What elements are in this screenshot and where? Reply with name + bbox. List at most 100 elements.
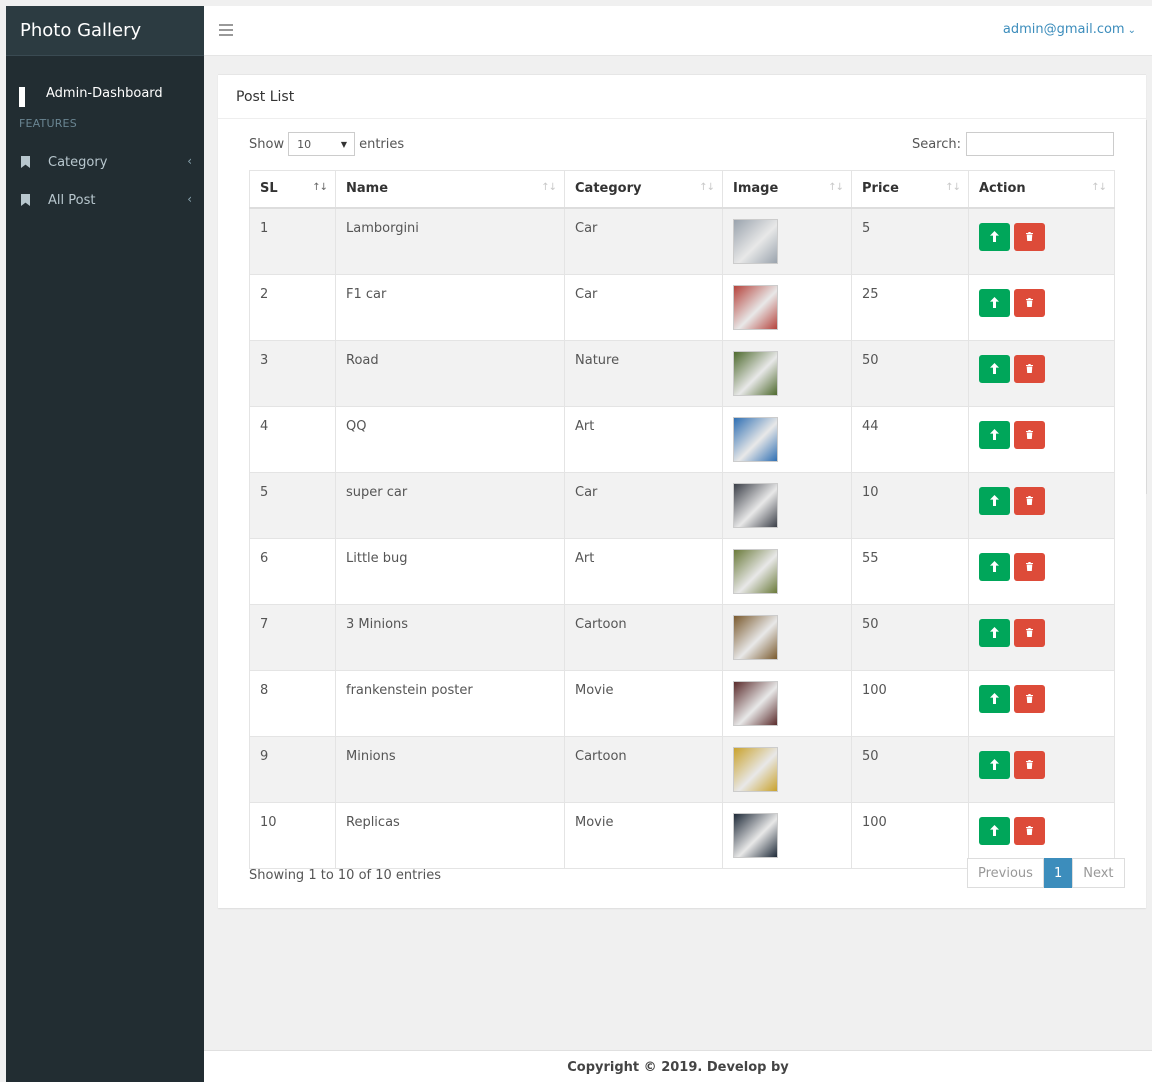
sidebar-item-label: Admin-Dashboard [46, 85, 163, 101]
sort-icon: ↑↓ [1091, 182, 1107, 193]
post-thumbnail[interactable] [733, 284, 778, 330]
table-controls: Show 10 ▼ entries Search: [249, 132, 1114, 158]
post-thumbnail[interactable] [733, 218, 778, 264]
cell-name: QQ [335, 405, 565, 473]
pagination-previous[interactable]: Previous [967, 858, 1044, 888]
publish-button[interactable] [979, 684, 1010, 713]
sidebar: Photo Gallery Admin-Dashboard FEATURES C… [6, 6, 204, 1082]
table-row: 6 Little bug Art 55 [249, 537, 1115, 605]
column-header-image[interactable]: Image ↑↓ [722, 170, 852, 209]
publish-button[interactable] [979, 618, 1010, 647]
sidebar-section-header: FEATURES [19, 117, 77, 130]
chevron-down-icon: ⌄ [1127, 25, 1136, 36]
table-row: 5 super car Car 10 [249, 471, 1115, 539]
publish-button[interactable] [979, 750, 1010, 779]
entries-select-value: 10 [297, 137, 312, 151]
cell-price: 100 [851, 801, 969, 869]
arrow-up-icon [990, 494, 999, 506]
publish-button[interactable] [979, 420, 1010, 449]
cell-action [968, 207, 1115, 275]
arrow-up-icon [990, 692, 999, 704]
pagination-page-1[interactable]: 1 [1043, 858, 1073, 888]
cell-price: 55 [851, 537, 969, 605]
brand-logo[interactable]: Photo Gallery [6, 6, 204, 56]
search-input[interactable] [966, 132, 1114, 156]
delete-button[interactable] [1014, 222, 1045, 251]
delete-button[interactable] [1014, 420, 1045, 449]
trash-icon [1026, 627, 1033, 637]
column-header-price[interactable]: Price ↑↓ [851, 170, 969, 209]
cell-category: Cartoon [564, 603, 723, 671]
cell-price: 25 [851, 273, 969, 341]
sort-icon: ↑↓ [541, 182, 557, 193]
column-header-sl[interactable]: SL ↑↓ [249, 170, 336, 209]
cell-action [968, 603, 1115, 671]
sidebar-item-all-post[interactable]: All Post ‹ [6, 181, 204, 219]
post-thumbnail[interactable] [733, 548, 778, 594]
column-header-name[interactable]: Name ↑↓ [335, 170, 565, 209]
delete-button[interactable] [1014, 486, 1045, 515]
side-menu: Admin-Dashboard FEATURES Category ‹ All … [6, 56, 204, 219]
cell-name: F1 car [335, 273, 565, 341]
cell-category: Car [564, 471, 723, 539]
cell-category: Nature [564, 339, 723, 407]
cell-name: frankenstein poster [335, 669, 565, 737]
table-header-row: SL ↑↓ Name ↑↓ Category ↑↓ Image ↑↓ Price ↑↓ A… [249, 170, 1115, 209]
post-thumbnail[interactable] [733, 614, 778, 660]
cell-sl: 4 [249, 405, 336, 473]
post-thumbnail[interactable] [733, 350, 778, 396]
cell-action [968, 273, 1115, 341]
cell-sl: 1 [249, 207, 336, 275]
trash-icon [1026, 561, 1033, 571]
sidebar-item-dashboard[interactable]: Admin-Dashboard [6, 74, 204, 112]
sidebar-item-category[interactable]: Category ‹ [6, 143, 204, 181]
pagination: Previous 1 Next [967, 858, 1125, 888]
delete-button[interactable] [1014, 618, 1045, 647]
delete-button[interactable] [1014, 684, 1045, 713]
delete-button[interactable] [1014, 354, 1045, 383]
publish-button[interactable] [979, 486, 1010, 515]
arrow-up-icon [990, 560, 999, 572]
cell-action [968, 405, 1115, 473]
cell-name: super car [335, 471, 565, 539]
post-thumbnail[interactable] [733, 416, 778, 462]
cell-category: Art [564, 537, 723, 605]
bookmark-icon [21, 156, 30, 168]
cell-image [722, 471, 852, 539]
publish-button[interactable] [979, 552, 1010, 581]
publish-button[interactable] [979, 816, 1010, 845]
cell-price: 50 [851, 603, 969, 671]
hamburger-menu-icon[interactable] [219, 24, 233, 36]
post-thumbnail[interactable] [733, 812, 778, 858]
cell-sl: 7 [249, 603, 336, 671]
publish-button[interactable] [979, 354, 1010, 383]
delete-button[interactable] [1014, 552, 1045, 581]
arrow-up-icon [990, 428, 999, 440]
trash-icon [1026, 429, 1033, 439]
delete-button[interactable] [1014, 288, 1045, 317]
cell-action [968, 339, 1115, 407]
publish-button[interactable] [979, 288, 1010, 317]
pagination-next[interactable]: Next [1072, 858, 1125, 888]
arrow-up-icon [990, 824, 999, 836]
user-menu[interactable]: admin@gmail.com ⌄ [1003, 22, 1136, 37]
delete-button[interactable] [1014, 750, 1045, 779]
table-row: 4 QQ Art 44 [249, 405, 1115, 473]
column-header-category[interactable]: Category ↑↓ [564, 170, 723, 209]
post-thumbnail[interactable] [733, 482, 778, 528]
dashboard-icon [19, 87, 33, 107]
cell-image [722, 207, 852, 275]
publish-button[interactable] [979, 222, 1010, 251]
column-header-action[interactable]: Action ↑↓ [968, 170, 1115, 209]
post-list-box: Post List Show 10 ▼ entries Search: SL ↑↓… [218, 74, 1146, 908]
cell-name: Little bug [335, 537, 565, 605]
post-table: SL ↑↓ Name ↑↓ Category ↑↓ Image ↑↓ Price ↑↓ A… [249, 170, 1115, 869]
delete-button[interactable] [1014, 816, 1045, 845]
post-thumbnail[interactable] [733, 746, 778, 792]
cell-sl: 9 [249, 735, 336, 803]
post-thumbnail[interactable] [733, 680, 778, 726]
cell-action [968, 669, 1115, 737]
cell-action [968, 537, 1115, 605]
cell-name: Road [335, 339, 565, 407]
entries-select[interactable]: 10 ▼ [288, 132, 356, 156]
